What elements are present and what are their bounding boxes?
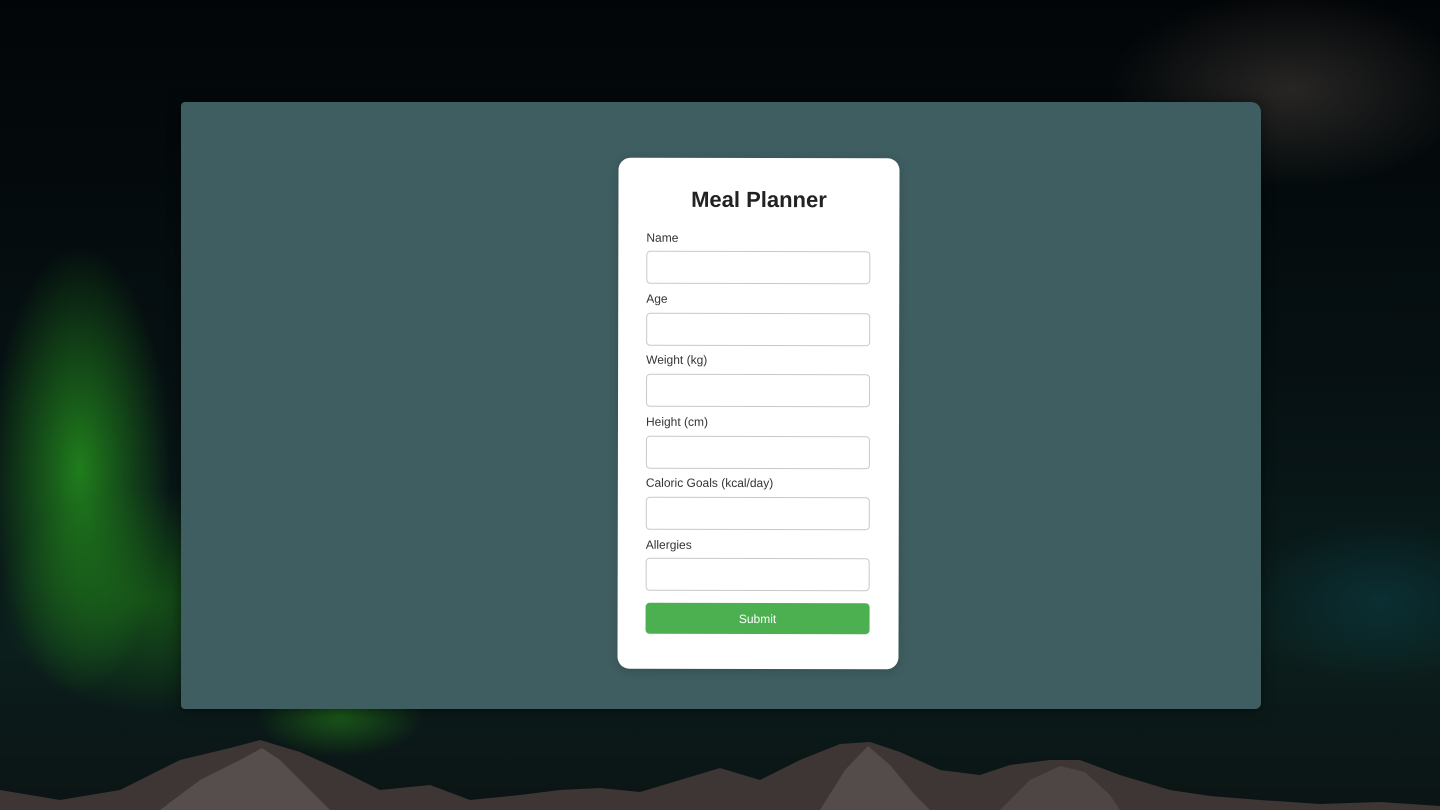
desktop-wallpaper: Meal Planner Name Age Weight (kg) Height… xyxy=(0,0,1440,810)
age-label: Age xyxy=(646,291,668,306)
caloric-goals-input[interactable] xyxy=(645,496,870,531)
age-input[interactable] xyxy=(646,312,871,347)
meal-planner-form: Meal Planner Name Age Weight (kg) Height… xyxy=(617,157,900,670)
caloric-goals-label: Caloric Goals (kcal/day) xyxy=(645,475,774,491)
height-input[interactable] xyxy=(645,435,870,470)
weight-label: Weight (kg) xyxy=(646,352,708,367)
app-window: Meal Planner Name Age Weight (kg) Height… xyxy=(181,102,1261,709)
weight-input[interactable] xyxy=(646,373,871,408)
submit-button[interactable]: Submit xyxy=(645,602,870,635)
allergies-input[interactable] xyxy=(645,557,870,592)
name-input[interactable] xyxy=(646,250,871,285)
name-label: Name xyxy=(646,230,679,245)
height-label: Height (cm) xyxy=(645,414,709,429)
allergies-label: Allergies xyxy=(645,537,692,552)
form-title: Meal Planner xyxy=(691,186,827,213)
